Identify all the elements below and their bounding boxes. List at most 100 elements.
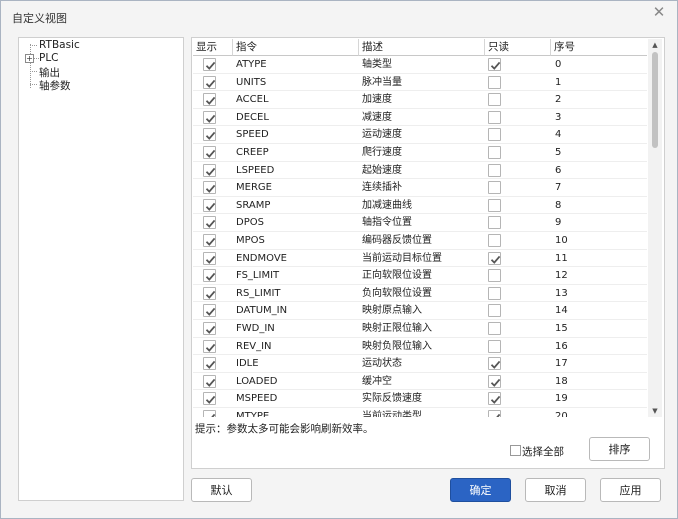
readonly-checkbox[interactable]	[488, 339, 501, 353]
column-header-description[interactable]: 描述	[359, 39, 485, 56]
parameter-grid: 显示 指令 描述 只读 序号 ATYPE 轴类型 0 UNITS 脉冲当量 1 ACCEL 加…	[193, 39, 647, 417]
show-checkbox[interactable]	[203, 322, 216, 335]
table-row[interactable]: DPOS 轴指令位置 9	[193, 214, 647, 232]
table-row[interactable]: RS_LIMIT 负向软限位设置 13	[193, 285, 647, 303]
apply-button[interactable]: 应用	[600, 478, 661, 502]
show-checkbox[interactable]	[203, 93, 216, 107]
index-cell: 6	[555, 164, 562, 176]
show-checkbox[interactable]	[203, 410, 216, 417]
table-row[interactable]: SRAMP 加减速曲线 8	[193, 197, 647, 215]
index-cell: 16	[555, 340, 568, 352]
readonly-checkbox[interactable]	[488, 286, 501, 300]
tree-item-axis-params[interactable]: 轴参数	[39, 78, 71, 93]
show-checkbox[interactable]	[203, 198, 216, 212]
readonly-checkbox[interactable]	[488, 410, 501, 417]
show-checkbox[interactable]	[203, 163, 216, 177]
readonly-checkbox[interactable]	[488, 110, 501, 124]
table-row[interactable]: FS_LIMIT 正向软限位设置 12	[193, 267, 647, 285]
table-row[interactable]: SPEED 运动速度 4	[193, 126, 647, 144]
readonly-checkbox[interactable]	[488, 146, 501, 159]
description-cell: 编码器反馈位置	[362, 235, 432, 246]
show-checkbox[interactable]	[203, 181, 216, 195]
readonly-checkbox[interactable]	[488, 128, 501, 142]
command-cell: LOADED	[236, 375, 278, 387]
readonly-checkbox[interactable]	[488, 357, 501, 371]
show-checkbox[interactable]	[203, 339, 216, 353]
column-header-readonly[interactable]: 只读	[485, 39, 551, 56]
description-cell: 映射负限位输入	[362, 340, 432, 352]
readonly-checkbox[interactable]	[488, 198, 501, 212]
column-header-index[interactable]: 序号	[551, 39, 647, 56]
tree-item-rtbasic[interactable]: RTBasic	[39, 39, 80, 51]
show-checkbox[interactable]	[203, 234, 216, 247]
description-cell: 运动速度	[362, 129, 402, 141]
table-row[interactable]: ATYPE 轴类型 0	[193, 56, 647, 74]
table-row[interactable]: DATUM_IN 映射原点输入 14	[193, 302, 647, 320]
vertical-scrollbar[interactable]: ▲ ▼	[648, 39, 662, 417]
show-checkbox[interactable]	[203, 110, 216, 124]
table-row[interactable]: MTYPE 当前运动类型 20	[193, 408, 647, 417]
show-checkbox[interactable]	[203, 75, 216, 89]
show-checkbox[interactable]	[203, 374, 216, 388]
index-cell: 9	[555, 217, 562, 229]
readonly-checkbox[interactable]	[488, 251, 501, 265]
index-cell: 13	[555, 287, 568, 299]
scroll-down-icon[interactable]: ▼	[651, 407, 659, 415]
cancel-button[interactable]: 取消	[525, 478, 586, 502]
table-row[interactable]: MPOS 编码器反馈位置 10	[193, 232, 647, 250]
table-row[interactable]: ACCEL 加速度 2	[193, 91, 647, 109]
readonly-checkbox[interactable]	[488, 374, 501, 388]
readonly-checkbox[interactable]	[488, 58, 501, 71]
show-checkbox[interactable]	[203, 269, 216, 283]
default-button[interactable]: 默认	[191, 478, 252, 502]
table-row[interactable]: ENDMOVE 当前运动目标位置 11	[193, 250, 647, 268]
command-cell: ACCEL	[236, 94, 269, 106]
table-row[interactable]: LSPEED 起始速度 6	[193, 162, 647, 180]
readonly-checkbox[interactable]	[488, 234, 501, 247]
column-header-show[interactable]: 显示	[193, 39, 233, 56]
close-icon[interactable]: ✕	[651, 4, 667, 20]
readonly-checkbox[interactable]	[488, 269, 501, 283]
sort-button[interactable]: 排序	[589, 437, 650, 461]
column-header-command[interactable]: 指令	[233, 39, 359, 56]
table-row[interactable]: IDLE 运动状态 17	[193, 355, 647, 373]
table-row[interactable]: LOADED 缓冲空 18	[193, 373, 647, 391]
show-checkbox[interactable]	[203, 251, 216, 265]
command-cell: FS_LIMIT	[236, 270, 280, 282]
tree-item-plc[interactable]: PLC	[39, 52, 59, 64]
show-checkbox[interactable]	[203, 146, 216, 159]
table-row[interactable]: FWD_IN 映射正限位输入 15	[193, 320, 647, 338]
ok-button[interactable]: 确定	[450, 478, 511, 502]
select-all-box[interactable]	[510, 445, 521, 456]
show-checkbox[interactable]	[203, 392, 216, 406]
description-cell: 加减速曲线	[362, 199, 412, 211]
description-cell: 减速度	[362, 111, 392, 123]
command-cell: DECEL	[236, 111, 269, 123]
readonly-checkbox[interactable]	[488, 163, 501, 177]
table-row[interactable]: CREEP 爬行速度 5	[193, 144, 647, 162]
show-checkbox[interactable]	[203, 58, 216, 71]
readonly-checkbox[interactable]	[488, 93, 501, 107]
readonly-checkbox[interactable]	[488, 216, 501, 230]
show-checkbox[interactable]	[203, 286, 216, 300]
table-row[interactable]: UNITS 脉冲当量 1	[193, 74, 647, 92]
readonly-checkbox[interactable]	[488, 181, 501, 195]
parameter-panel: 显示 指令 描述 只读 序号 ATYPE 轴类型 0 UNITS 脉冲当量 1 ACCEL 加…	[191, 37, 665, 469]
table-row[interactable]: REV_IN 映射负限位输入 16	[193, 338, 647, 356]
tree-expand-icon[interactable]: +	[25, 54, 34, 63]
scroll-thumb[interactable]	[652, 52, 658, 148]
readonly-checkbox[interactable]	[488, 322, 501, 335]
readonly-checkbox[interactable]	[488, 75, 501, 89]
table-row[interactable]: MSPEED 实际反馈速度 19	[193, 390, 647, 408]
readonly-checkbox[interactable]	[488, 392, 501, 406]
command-cell: MPOS	[236, 235, 265, 246]
show-checkbox[interactable]	[203, 216, 216, 230]
show-checkbox[interactable]	[203, 357, 216, 371]
scroll-up-icon[interactable]: ▲	[651, 41, 659, 49]
show-checkbox[interactable]	[203, 304, 216, 318]
table-row[interactable]: MERGE 连续插补 7	[193, 179, 647, 197]
show-checkbox[interactable]	[203, 128, 216, 142]
index-cell: 18	[555, 375, 568, 387]
table-row[interactable]: DECEL 减速度 3	[193, 109, 647, 127]
readonly-checkbox[interactable]	[488, 304, 501, 318]
